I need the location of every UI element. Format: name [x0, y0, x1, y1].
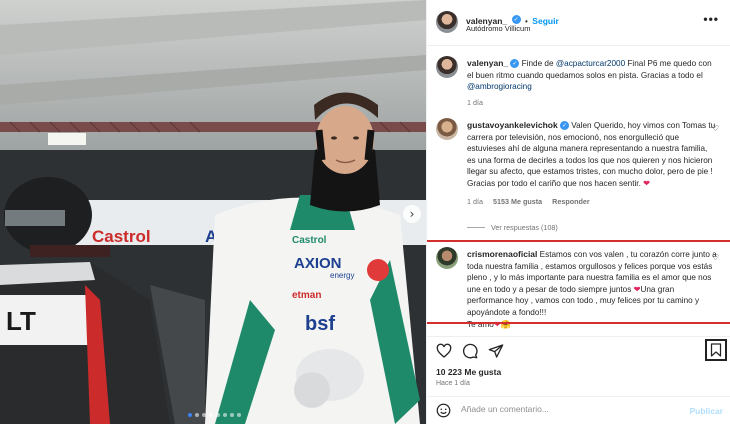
follow-button[interactable]: Seguir [532, 16, 558, 26]
carousel-dot [195, 413, 199, 417]
comment-body: Valen Querido, hoy vimos con Tomas tu ca… [467, 121, 716, 188]
driver-photo: Castrol AX LT Castrol AXION energy etman… [0, 0, 426, 424]
suit-etman-text: etman [292, 290, 321, 301]
caption-text: valenyan_ ✓ Finde de @acpacturcar2000 Fi… [467, 58, 717, 108]
view-replies-label: Ver respuestas (108) [491, 223, 558, 232]
carousel-dots [188, 413, 241, 417]
carousel-dot [230, 413, 234, 417]
carousel-dot [216, 413, 220, 417]
bg-castrol-text: Castrol [92, 227, 151, 246]
highlight-line-top [427, 240, 730, 242]
suit-castrol-text: Castrol [292, 235, 327, 246]
comment-text: crismorenaoficial Estamos con vos valen … [467, 249, 717, 330]
publish-button[interactable]: Publicar [689, 406, 723, 416]
comment-body-3: Te amo [467, 319, 494, 329]
mention-link[interactable]: @ambrogioracing [467, 82, 532, 91]
post-sidebar: valenyan_ ✓ • Seguir Autódromo Villicum … [426, 0, 730, 424]
mention-link[interactable]: @acpacturcar2000 [556, 59, 625, 68]
verified-icon: ✓ [511, 15, 521, 25]
caption-avatar[interactable] [436, 56, 458, 78]
replies-line [467, 227, 485, 228]
bookmark-icon [710, 343, 722, 357]
carousel-dot [209, 413, 213, 417]
like-comment-icon[interactable]: ♡ [712, 253, 719, 262]
author-avatar[interactable] [436, 11, 458, 33]
carousel-dot [202, 413, 206, 417]
reply-button[interactable]: Responder [552, 196, 590, 208]
suit-bsf-text: bsf [305, 313, 335, 335]
carousel-dot [237, 413, 241, 417]
post-time: Hace 1 día [436, 380, 470, 387]
caption-time[interactable]: 1 día [467, 97, 483, 109]
comment-icon[interactable] [462, 343, 478, 359]
suit-axion-text: AXION [294, 255, 342, 272]
comment-avatar[interactable] [436, 118, 458, 140]
comment-username[interactable]: gustavoyankelevichok [467, 120, 558, 130]
heart-emoji: ❤ [643, 177, 651, 188]
comment-username[interactable]: crismorenaoficial [467, 249, 537, 259]
post-photo[interactable]: Castrol AX LT Castrol AXION energy etman… [0, 0, 426, 424]
more-options-icon[interactable]: ••• [703, 12, 719, 26]
caption-username[interactable]: valenyan_ [467, 58, 508, 68]
share-icon[interactable] [488, 343, 504, 359]
highlight-line-bottom [427, 322, 730, 324]
carousel-dot [223, 413, 227, 417]
likes-count[interactable]: 10 223 Me gusta [436, 367, 501, 377]
hug-emoji: 🤗 [500, 319, 511, 329]
next-photo-button[interactable]: › [403, 205, 421, 223]
comment-time[interactable]: 1 día [467, 196, 483, 208]
emoji-icon[interactable] [436, 403, 451, 418]
comment-likes[interactable]: 5153 Me gusta [493, 196, 542, 208]
post-actions: 10 223 Me gusta Hace 1 día [427, 336, 730, 396]
comments-list: valenyan_ ✓ Finde de @acpacturcar2000 Fi… [427, 46, 730, 336]
post-header: valenyan_ ✓ • Seguir Autódromo Villicum … [427, 0, 730, 46]
verified-icon: ✓ [560, 121, 569, 131]
svg-text:LT: LT [6, 306, 36, 336]
add-comment-bar: Publicar [427, 396, 730, 424]
location-link[interactable]: Autódromo Villicum [466, 24, 530, 33]
caption-text-1: Finde de [519, 59, 556, 68]
suit-energy-text: energy [330, 271, 354, 280]
save-bookmark-button[interactable] [705, 339, 727, 361]
like-comment-icon[interactable]: ♡ [712, 124, 719, 133]
comment-avatar[interactable] [436, 247, 458, 269]
carousel-dot [188, 413, 192, 417]
like-icon[interactable] [436, 343, 452, 359]
comment-text: gustavoyankelevichok ✓ Valen Querido, ho… [467, 120, 717, 207]
view-replies-button[interactable]: Ver respuestas (108) [467, 223, 558, 232]
comment-input[interactable] [461, 404, 661, 414]
